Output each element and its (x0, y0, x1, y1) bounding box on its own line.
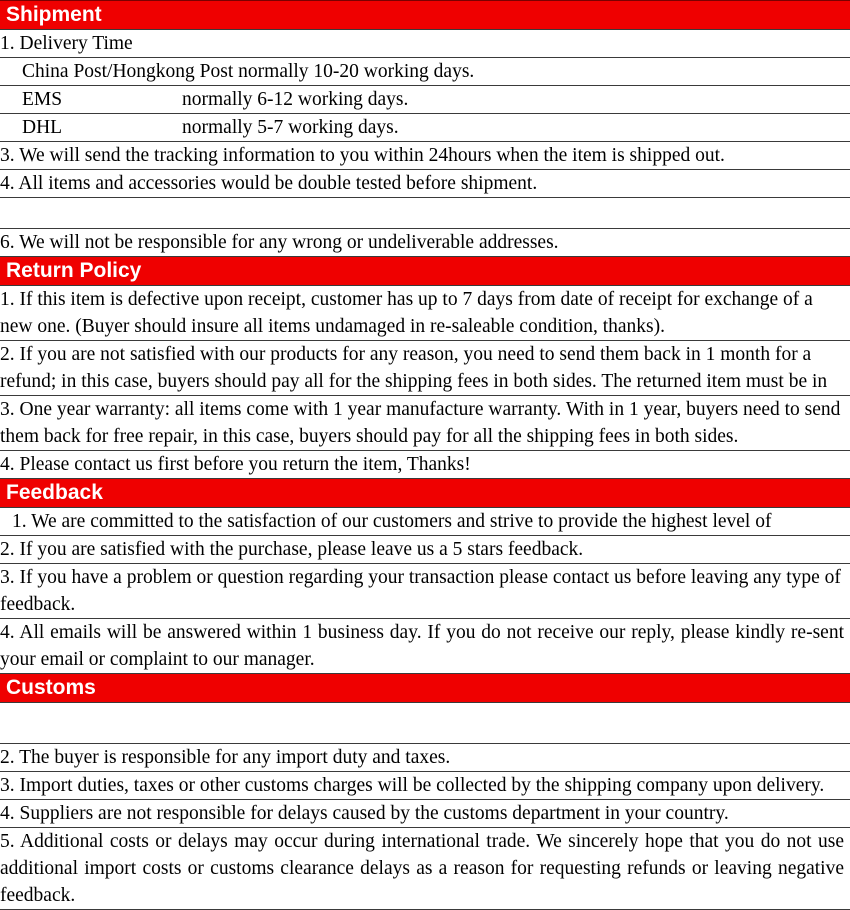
policy-row-cell: 4. All emails will be answered within 1 … (0, 618, 850, 674)
policy-row: 4. Suppliers are not responsible for del… (0, 799, 850, 828)
policy-row (0, 702, 850, 744)
policy-row: 6. We will not be responsible for any wr… (0, 228, 850, 257)
policy-row: EMS normally 6-12 working days. (0, 85, 850, 114)
policy-row-cell: 2. If you are satisfied with the purchas… (0, 535, 850, 564)
section-header-cell: Return Policy (0, 256, 850, 286)
policy-row: 1. If this item is defective upon receip… (0, 285, 850, 341)
policy-row: 1. We are committed to the satisfaction … (0, 507, 850, 536)
policy-row-cell: China Post/Hongkong Post normally 10-20 … (0, 57, 850, 86)
policy-row-shipping-method: DHL normally 5-7 working days. (0, 113, 850, 142)
policy-row-empty (0, 197, 850, 229)
policy-row-cell: 2. The buyer is responsible for any impo… (0, 743, 850, 772)
policy-row (0, 197, 850, 229)
shipping-method-value: normally 6-12 working days. (182, 89, 409, 110)
policy-row-cell: 5. Additional costs or delays may occur … (0, 827, 850, 910)
policy-row-empty (0, 702, 850, 744)
shipping-policy-table: Shipment 1. Delivery Time China Post/Hongk… (0, 0, 850, 910)
shipping-method-label: DHL (22, 117, 63, 138)
policy-row-shipping-method: EMS normally 6-12 working days. (0, 85, 850, 114)
policy-row: 3. Import duties, taxes or other customs… (0, 771, 850, 800)
policy-row: 5. Additional costs or delays may occur … (0, 827, 850, 910)
policy-row-cell: 1. Delivery Time (0, 29, 850, 58)
section-header-return-policy: Return Policy (0, 256, 850, 286)
policy-row: 2. If you are satisfied with the purchas… (0, 535, 850, 564)
policy-row: 4. All items and accessories would be do… (0, 169, 850, 198)
shipping-method-value: normally 5-7 working days. (182, 117, 399, 138)
policy-row: DHL normally 5-7 working days. (0, 113, 850, 142)
policy-row: 2. The buyer is responsible for any impo… (0, 743, 850, 772)
section-header-shipment: Shipment (0, 0, 850, 30)
section-title-return-policy: Return Policy (6, 259, 142, 282)
policy-row-cell: 6. We will not be responsible for any wr… (0, 228, 850, 257)
policy-row: 4. All emails will be answered within 1 … (0, 618, 850, 674)
policy-row: 3. One year warranty: all items come wit… (0, 395, 850, 451)
policy-row: 3. If you have a problem or question reg… (0, 563, 850, 619)
policy-row-cell: 1. If this item is defective upon receip… (0, 285, 850, 341)
policy-row-cell: 3. If you have a problem or question reg… (0, 563, 850, 619)
section-header-cell: Shipment (0, 0, 850, 30)
shipping-method-label: EMS (22, 89, 63, 110)
section-title-customs: Customs (6, 676, 96, 699)
policy-row: 2. If you are not satisfied with our pro… (0, 340, 850, 396)
policy-table-body: Shipment 1. Delivery Time China Post/Hongk… (0, 0, 850, 910)
policy-row-cell: 3. We will send the tracking information… (0, 141, 850, 170)
policy-row: 4. Please contact us first before you re… (0, 450, 850, 479)
section-title-shipment: Shipment (6, 3, 102, 26)
policy-row: China Post/Hongkong Post normally 10-20 … (0, 57, 850, 86)
policy-row-cell: 3. Import duties, taxes or other customs… (0, 771, 850, 800)
section-header-customs: Customs (0, 673, 850, 703)
section-header-cell: Feedback (0, 478, 850, 508)
policy-row-cell: 4. Suppliers are not responsible for del… (0, 799, 850, 828)
policy-row: 3. We will send the tracking information… (0, 141, 850, 170)
policy-row-cell: 3. One year warranty: all items come wit… (0, 395, 850, 451)
section-title-feedback: Feedback (6, 481, 103, 504)
policy-row-cell: 4. Please contact us first before you re… (0, 450, 850, 479)
policy-row: 1. Delivery Time (0, 29, 850, 58)
section-header-feedback: Feedback (0, 478, 850, 508)
policy-row-cell: 2. If you are not satisfied with our pro… (0, 340, 850, 396)
section-header-cell: Customs (0, 673, 850, 703)
policy-row-cell: 4. All items and accessories would be do… (0, 169, 850, 198)
policy-row-cell: 1. We are committed to the satisfaction … (0, 507, 850, 536)
